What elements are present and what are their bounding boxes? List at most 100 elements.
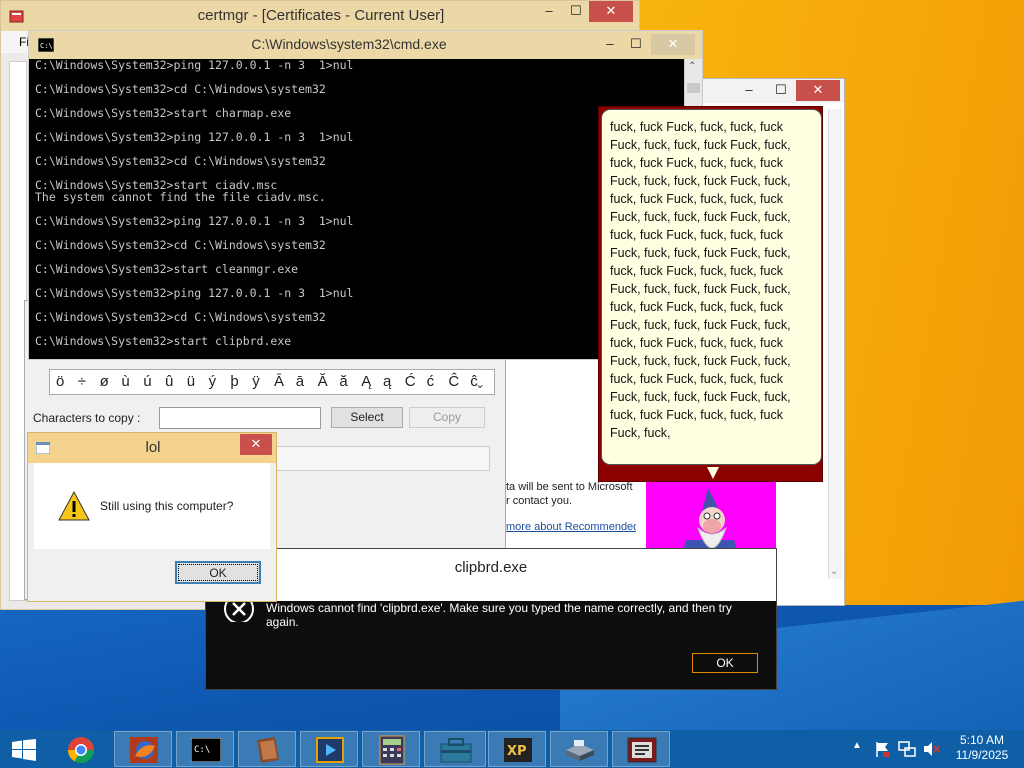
character-cell[interactable]: ø: [100, 373, 109, 390]
copy-button[interactable]: Copy: [409, 407, 485, 428]
maximize-button[interactable]: ☐: [768, 80, 794, 101]
media-player-icon: [316, 737, 344, 763]
speech-bubble: fuck, fuck Fuck, fuck, fuck, fuck Fuck, …: [601, 109, 822, 479]
ok-button[interactable]: OK: [175, 561, 261, 584]
lol-dialog: lol ✕ Still using this computer? OK: [27, 432, 277, 602]
cmd-output[interactable]: C:\Windows\System32>ping 127.0.0.1 -n 3 …: [35, 59, 680, 359]
minimize-button[interactable]: ‒: [599, 34, 621, 55]
chevron-down-icon[interactable]: ⌄: [475, 377, 485, 391]
certmgr-titlebar[interactable]: certmgr - [Certificates - Current User] …: [1, 1, 639, 31]
lol-dialog-message: Still using this computer?: [100, 499, 234, 513]
character-cell[interactable]: ý: [209, 373, 217, 390]
character-cell[interactable]: ú: [143, 373, 151, 390]
firefox-icon: [130, 737, 158, 763]
cmd-line: C:\Windows\System32>ping 127.0.0.1 -n 3 …: [35, 130, 354, 144]
cmd-line: C:\Windows\System32>ping 127.0.0.1 -n 3 …: [35, 59, 354, 72]
character-cell[interactable]: û: [165, 373, 173, 390]
character-cell[interactable]: Ă: [318, 373, 328, 390]
cmd-titlebar[interactable]: C:\ C:\Windows\system32\cmd.exe ‒ ☐ ✕: [29, 31, 702, 59]
minimize-button[interactable]: ‒: [736, 80, 762, 101]
cmd-line: C:\Windows\System32>start charmap.exe: [35, 106, 292, 120]
error-dialog-message: Windows cannot find 'clipbrd.exe'. Make …: [266, 601, 732, 629]
taskbar-calculator[interactable]: [362, 731, 420, 767]
character-cell[interactable]: ā: [296, 373, 304, 390]
cmd-line: C:\Windows\System32>cd C:\Windows\system…: [35, 82, 326, 96]
character-cell[interactable]: ć: [427, 373, 435, 390]
error-dialog-titleband[interactable]: clipbrd.exe: [206, 549, 776, 601]
speech-bubble-tail: [707, 467, 719, 479]
privacy-link[interactable]: more about Recommended settings, read th…: [506, 521, 636, 533]
calculator-icon: [379, 735, 405, 765]
minimize-button[interactable]: ‒: [537, 1, 561, 22]
clock-time: 5:10 AM: [959, 733, 1005, 747]
clock-date: 11/9/2025: [955, 748, 1009, 762]
privacy-text: ta will be sent to Microsoft if you use …: [506, 481, 636, 507]
character-cell[interactable]: ÿ: [252, 373, 260, 390]
close-button[interactable]: ✕: [796, 80, 840, 101]
svg-text:XP: XP: [507, 744, 527, 759]
character-cell[interactable]: ă: [339, 373, 347, 390]
cmd-line: C:\Windows\System32>ping 127.0.0.1 -n 3 …: [35, 286, 354, 300]
character-cell[interactable]: ö: [56, 373, 64, 390]
characters-to-copy-label: Characters to copy :: [33, 411, 141, 425]
cmd-icon: C:\: [191, 738, 221, 762]
clock[interactable]: 5:10 AM 11/9/2025: [952, 733, 1012, 763]
cmd-line: The system cannot find the file ciadv.ms…: [35, 190, 326, 204]
character-cell[interactable]: Ĉ: [448, 373, 459, 390]
ok-button[interactable]: OK: [692, 653, 758, 673]
taskbar-cmd[interactable]: C:\: [176, 731, 234, 767]
character-cell[interactable]: ù: [121, 373, 129, 390]
taskbar-toolbox[interactable]: [424, 731, 486, 767]
taskbar-chrome[interactable]: [52, 731, 110, 767]
characters-to-copy-input[interactable]: [159, 407, 321, 429]
lol-titlebar[interactable]: lol ✕: [28, 433, 276, 463]
setup-scrollbar[interactable]: ⌄: [828, 109, 842, 579]
lol-dialog-content: Still using this computer?: [34, 463, 270, 549]
close-button[interactable]: ✕: [589, 1, 633, 22]
cmd-line: C:\Windows\System32>cd C:\Windows\system…: [35, 238, 326, 252]
taskbar-firefox[interactable]: [114, 731, 172, 767]
cmd-line: C:\Windows\System32>cd C:\Windows\system…: [35, 310, 326, 324]
character-grid[interactable]: ö ÷ ø ù ú û ü ý þ ÿ Āā Ăă Ąą Ćć Ĉĉ: [49, 369, 495, 395]
show-hidden-icons-chevron-icon[interactable]: ▲: [852, 740, 862, 751]
taskbar-scanner[interactable]: [550, 731, 608, 767]
character-cell[interactable]: Ā: [274, 373, 284, 390]
cmd-line: C:\Windows\System32>start cleanmgr.exe: [35, 262, 299, 276]
winrar-icon: [257, 737, 279, 763]
maximize-button[interactable]: ☐: [563, 1, 589, 22]
error-dialog-title: clipbrd.exe: [454, 559, 528, 576]
charmap-icon: [627, 737, 657, 763]
cmd-line: C:\Windows\System32>ping 127.0.0.1 -n 3 …: [35, 214, 354, 228]
cmd-line: C:\Windows\System32>start clipbrd.exe: [35, 334, 292, 348]
network-icon[interactable]: [898, 740, 916, 758]
xp-icon: XP: [504, 738, 532, 762]
character-cell[interactable]: ü: [187, 373, 195, 390]
taskbar-charmap[interactable]: [612, 731, 670, 767]
cmd-line: C:\Windows\System32>cd C:\Windows\system…: [35, 154, 326, 168]
character-cell[interactable]: ÷: [78, 373, 86, 390]
start-button[interactable]: [0, 731, 48, 767]
maximize-button[interactable]: ☐: [625, 34, 647, 55]
close-button[interactable]: ✕: [240, 434, 272, 455]
error-dialog: clipbrd.exe Windows cannot find 'clipbrd…: [205, 548, 777, 690]
close-button[interactable]: ✕: [651, 34, 695, 55]
windows-logo-icon: [12, 739, 36, 761]
character-cell[interactable]: Ć: [405, 373, 416, 390]
scanner-icon: [566, 740, 594, 761]
character-cell[interactable]: þ: [230, 373, 238, 390]
volume-muted-icon[interactable]: [922, 740, 940, 758]
character-cell[interactable]: ą: [383, 373, 391, 390]
svg-text:C:\: C:\: [194, 745, 210, 755]
character-cell[interactable]: Ą: [361, 373, 371, 390]
taskbar-xp[interactable]: XP: [488, 731, 546, 767]
taskbar-winrar[interactable]: [238, 731, 296, 767]
taskbar-media-player[interactable]: [300, 731, 358, 767]
cmd-title: C:\Windows\system32\cmd.exe: [251, 36, 447, 52]
action-center-flag-icon[interactable]: [874, 740, 892, 758]
select-button[interactable]: Select: [331, 407, 403, 428]
charmap-progress-area: [275, 446, 490, 471]
speech-bubble-text: fuck, fuck Fuck, fuck, fuck, fuck Fuck, …: [610, 120, 791, 440]
speech-bubble-window: fuck, fuck Fuck, fuck, fuck, fuck Fuck, …: [598, 106, 823, 482]
warning-icon: [58, 491, 90, 521]
chrome-icon: [67, 737, 95, 764]
